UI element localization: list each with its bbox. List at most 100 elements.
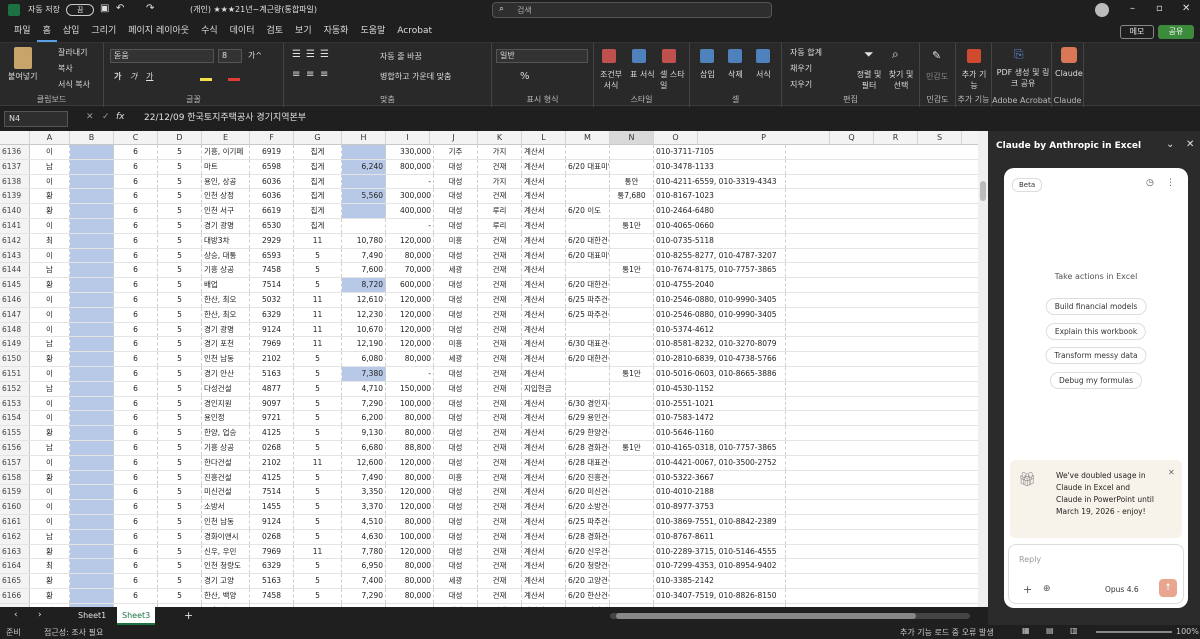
- cell[interactable]: [610, 514, 654, 529]
- cell[interactable]: -: [386, 174, 434, 189]
- cell[interactable]: 기주: [434, 145, 478, 159]
- row-header[interactable]: 6166: [0, 588, 30, 603]
- search-input[interactable]: ⌕ 검색: [492, 2, 772, 18]
- horizontal-scrollbar[interactable]: [610, 613, 970, 619]
- cell[interactable]: [70, 574, 114, 588]
- cell[interactable]: 기흥 상공: [202, 440, 250, 455]
- cell[interactable]: 통1만: [610, 366, 654, 381]
- cell[interactable]: 용인정: [202, 411, 250, 426]
- cell[interactable]: 건재: [478, 485, 522, 500]
- cell[interactable]: [342, 218, 386, 233]
- sort-filter-button[interactable]: 정렬 및 필터: [854, 69, 884, 91]
- fill-color-icon[interactable]: [200, 71, 212, 81]
- cell[interactable]: 대성: [434, 514, 478, 529]
- cell[interactable]: [610, 248, 654, 263]
- cell[interactable]: 계산서: [522, 529, 566, 544]
- memo-button[interactable]: 메모: [1120, 25, 1154, 39]
- cell[interactable]: 건재: [478, 426, 522, 440]
- cell[interactable]: 9,130: [342, 426, 386, 440]
- cell[interactable]: 5: [294, 529, 342, 544]
- cell[interactable]: 집게: [294, 218, 342, 233]
- tab-4[interactable]: 페이지 레이아웃: [122, 20, 195, 42]
- tab-7[interactable]: 검토: [260, 20, 289, 42]
- row-header[interactable]: 6145: [0, 278, 30, 292]
- cell[interactable]: 이: [30, 411, 70, 426]
- autosave-toggle[interactable]: 끔: [66, 4, 94, 16]
- font-size-select[interactable]: 8: [218, 49, 242, 63]
- cell[interactable]: 배업: [202, 278, 250, 292]
- cell[interactable]: 7,780: [342, 544, 386, 559]
- cell[interactable]: 010-3478-1133: [654, 159, 786, 174]
- column-header-A[interactable]: A: [30, 131, 70, 144]
- cell[interactable]: 6/30 대표건설: [566, 337, 610, 352]
- cell[interactable]: 80,000: [386, 559, 434, 574]
- cell[interactable]: 계산서: [522, 218, 566, 233]
- cell[interactable]: 용인, 상공: [202, 174, 250, 189]
- cell[interactable]: 80,000: [386, 352, 434, 366]
- align-center-icon[interactable]: ≡: [306, 69, 314, 80]
- cell[interactable]: 한다건설: [202, 455, 250, 470]
- collapse-icon[interactable]: ⌄: [1166, 139, 1174, 150]
- cell[interactable]: 1455: [250, 500, 294, 514]
- cell[interactable]: 계산서: [522, 352, 566, 366]
- row-header[interactable]: 6159: [0, 485, 30, 500]
- cell[interactable]: 건재: [478, 514, 522, 529]
- row-header[interactable]: 6139: [0, 189, 30, 204]
- next-sheet-icon[interactable]: ›: [38, 610, 42, 620]
- cell[interactable]: 최: [30, 559, 70, 574]
- column-header-R[interactable]: R: [874, 131, 918, 144]
- paste-icon[interactable]: [14, 47, 32, 69]
- column-header-M[interactable]: M: [566, 131, 610, 144]
- cell[interactable]: 황: [30, 470, 70, 485]
- cell[interactable]: 대성: [434, 204, 478, 218]
- cell[interactable]: 5: [294, 559, 342, 574]
- cell[interactable]: 건재: [478, 544, 522, 559]
- cell[interactable]: 12,610: [342, 292, 386, 307]
- cell[interactable]: 6/20 미신건설: [566, 485, 610, 500]
- cell[interactable]: [70, 292, 114, 307]
- cell[interactable]: 황: [30, 352, 70, 366]
- cell[interactable]: 7,290: [342, 396, 386, 411]
- cell[interactable]: [566, 366, 610, 381]
- tab-10[interactable]: 도움말: [354, 20, 391, 42]
- cell[interactable]: 대성: [434, 159, 478, 174]
- menu-icon[interactable]: ⋮: [1166, 178, 1175, 188]
- cell[interactable]: 미흥: [434, 233, 478, 248]
- cell[interactable]: 6/25 파주건설: [566, 514, 610, 529]
- align-right-icon[interactable]: ≡: [320, 69, 328, 80]
- cell[interactable]: 황: [30, 544, 70, 559]
- cell[interactable]: 계산서: [522, 174, 566, 189]
- cell[interactable]: 6: [114, 529, 158, 544]
- vertical-scrollbar[interactable]: [978, 131, 988, 607]
- cell[interactable]: [566, 322, 610, 337]
- cell[interactable]: 6/28 경화건설: [566, 440, 610, 455]
- copy-button[interactable]: 복사: [58, 63, 73, 74]
- column-header-L[interactable]: L: [522, 131, 566, 144]
- cell[interactable]: 010-8167-1023: [654, 189, 786, 204]
- cell[interactable]: 한산, 백양: [202, 588, 250, 603]
- cell[interactable]: 가지: [478, 145, 522, 159]
- cell[interactable]: 마트: [202, 159, 250, 174]
- cell[interactable]: 6,200: [342, 411, 386, 426]
- cell[interactable]: 6530: [250, 218, 294, 233]
- cell[interactable]: 5: [294, 426, 342, 440]
- row-header[interactable]: 6157: [0, 455, 30, 470]
- row-header[interactable]: 6162: [0, 529, 30, 544]
- conditional-format-button[interactable]: 조건부 서식: [596, 69, 626, 91]
- cell[interactable]: 010-3869-7551, 010-8842-2389: [654, 514, 786, 529]
- cell[interactable]: [566, 218, 610, 233]
- cell[interactable]: 6: [114, 396, 158, 411]
- cell[interactable]: [70, 440, 114, 455]
- cell[interactable]: 계산서: [522, 366, 566, 381]
- cell[interactable]: 6/30 경인지원: [566, 396, 610, 411]
- conditional-format-icon[interactable]: [602, 49, 616, 63]
- cell[interactable]: 황: [30, 426, 70, 440]
- cell[interactable]: 황: [30, 204, 70, 218]
- cell[interactable]: 010-4530-1152: [654, 381, 786, 396]
- cell[interactable]: 대성: [434, 559, 478, 574]
- cell[interactable]: 남: [30, 529, 70, 544]
- cell[interactable]: 계산서: [522, 189, 566, 204]
- cell[interactable]: 미흥: [434, 337, 478, 352]
- column-header-J[interactable]: J: [430, 131, 478, 144]
- page-break-icon[interactable]: ▥: [1070, 626, 1078, 635]
